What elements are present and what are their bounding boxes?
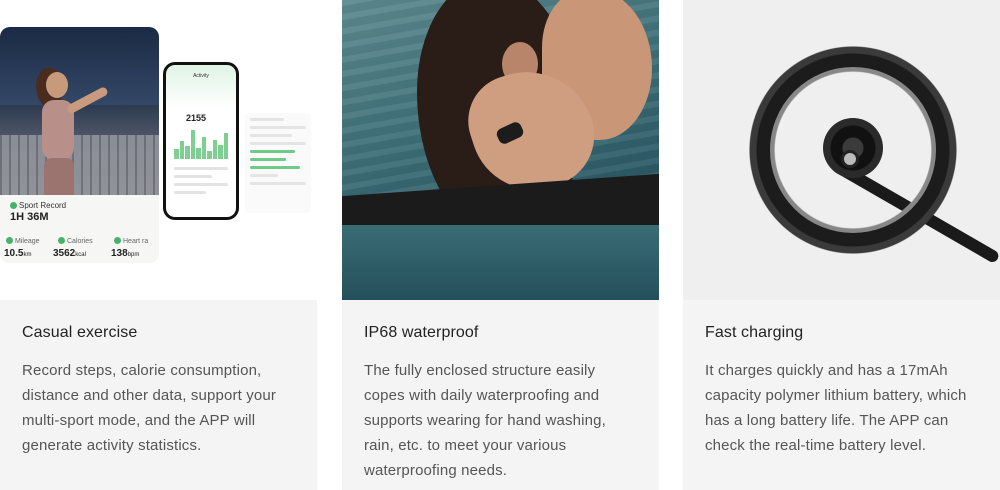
feature-card-waterproof: IP68 waterproof The fully enclosed struc…: [342, 0, 659, 490]
casual-exercise-caption: Casual exercise Record steps, calorie co…: [0, 300, 317, 490]
stat-calories-value: 3562kcal: [53, 248, 86, 259]
stat-mileage-label: Mileage: [6, 237, 40, 245]
waterproof-image: [342, 0, 659, 300]
phone-step-count: 2155: [186, 113, 207, 123]
card-description: Record steps, calorie consumption, dista…: [22, 362, 277, 454]
stat-calories-label: Calories: [58, 237, 93, 245]
location-icon: [6, 237, 13, 244]
running-icon: [10, 202, 17, 209]
card-title: IP68 waterproof: [364, 324, 479, 341]
feature-card-fast-charging: Fast charging It charges quickly and has…: [683, 0, 1000, 490]
phone-mockup: Activity 2155: [163, 62, 239, 220]
card-title: Casual exercise: [22, 324, 138, 341]
water-surface: [342, 225, 659, 300]
stat-mileage-value: 10.5km: [4, 248, 32, 259]
phone-activity-chart: [174, 127, 228, 159]
card-title: Fast charging: [705, 324, 804, 341]
feature-card-casual-exercise: Sport Record 1H 36M Mileage 10.5km Calor…: [0, 0, 317, 490]
fast-charging-image: [683, 0, 1000, 300]
flame-icon: [58, 237, 65, 244]
phone-screen-title: Activity: [193, 73, 209, 79]
runner-photo: Sport Record 1H 36M Mileage 10.5km Calor…: [0, 27, 159, 263]
stat-heart-value: 138bpm: [111, 248, 140, 259]
app-stats-panel: [245, 113, 311, 213]
card-description: The fully enclosed structure easily cope…: [364, 362, 606, 479]
casual-exercise-image: Sport Record 1H 36M Mileage 10.5km Calor…: [0, 0, 317, 300]
waterproof-caption: IP68 waterproof The fully enclosed struc…: [342, 300, 659, 490]
heart-icon: [114, 237, 121, 244]
runner-figure: [26, 68, 109, 212]
fast-charging-caption: Fast charging It charges quickly and has…: [683, 300, 1000, 490]
sport-record-label: Sport Record: [10, 201, 66, 210]
card-description: It charges quickly and has a 17mAh capac…: [705, 362, 967, 454]
sport-time: 1H 36M: [10, 211, 49, 223]
stat-heart-label: Heart ra: [114, 237, 148, 245]
charger-head: [823, 118, 883, 178]
